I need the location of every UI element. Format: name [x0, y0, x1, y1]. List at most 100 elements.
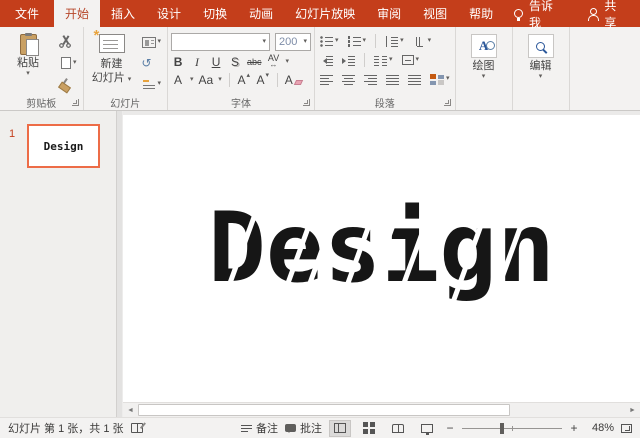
tab-file[interactable]: 文件	[0, 0, 54, 27]
bold-button[interactable]: B	[171, 54, 185, 69]
normal-view-icon	[334, 423, 346, 433]
layout-button[interactable]: ▾	[139, 34, 165, 50]
drawing-label: 绘图	[473, 60, 495, 72]
horizontal-scrollbar: ◄ ►	[123, 402, 640, 417]
format-painter-button[interactable]	[55, 76, 80, 92]
paste-button[interactable]: 粘贴 ▾	[3, 29, 53, 95]
distributed-button[interactable]	[406, 71, 423, 87]
increase-indent-button[interactable]	[340, 52, 357, 68]
spell-check-icon[interactable]	[131, 423, 143, 433]
dropdown-icon: ▾	[304, 39, 308, 45]
numbering-button[interactable]: ▾	[346, 33, 369, 49]
scroll-left-arrow[interactable]: ◄	[123, 403, 138, 417]
clipboard-dialog-launcher-icon[interactable]	[72, 99, 79, 106]
change-case-button[interactable]: Aa	[199, 72, 214, 87]
increase-font-size-button[interactable]: A▴	[237, 72, 251, 87]
justify-button[interactable]	[384, 71, 401, 87]
paste-label: 粘贴	[17, 57, 39, 69]
underline-button[interactable]: U	[209, 54, 223, 69]
notes-button[interactable]: 备注	[241, 420, 278, 436]
magnifier-icon	[536, 42, 545, 51]
group-paragraph: ▾ ▾ ▾ ▾ ▾ ▾	[315, 27, 456, 110]
tab-review[interactable]: 审阅	[366, 0, 412, 27]
paragraph-dialog-launcher-icon[interactable]	[444, 99, 451, 106]
align-text-button[interactable]: ▾	[400, 52, 422, 68]
slide-thumbnail-1[interactable]: Design	[27, 124, 100, 168]
group-drawing: A 绘图 ▾	[456, 27, 513, 110]
slide-sorter-button[interactable]	[358, 420, 380, 437]
tab-view[interactable]: 视图	[412, 0, 458, 27]
increase-indent-icon	[342, 55, 355, 66]
new-slide-button[interactable]: * 新建 幻灯片 ▾	[87, 29, 137, 95]
pane-splitter[interactable]	[116, 111, 123, 417]
bullets-button[interactable]: ▾	[318, 33, 341, 49]
divider	[229, 73, 230, 87]
scroll-right-arrow[interactable]: ►	[625, 403, 640, 417]
decrease-indent-button[interactable]	[318, 52, 335, 68]
reset-button[interactable]: ↺	[139, 55, 165, 71]
font-color-button[interactable]: A	[171, 72, 185, 87]
reading-view-button[interactable]	[387, 420, 409, 437]
new-slide-label-1: 新建	[101, 58, 123, 70]
drawing-toolbox: A	[471, 34, 497, 58]
tab-insert[interactable]: 插入	[100, 0, 146, 27]
scrollbar-track[interactable]	[510, 403, 625, 417]
strikethrough-button[interactable]: abc	[247, 54, 262, 69]
group-clipboard: 粘贴 ▾ ▾ 剪贴板	[0, 27, 84, 110]
clear-formatting-button[interactable]: A	[285, 72, 302, 87]
tab-help[interactable]: 帮助	[458, 0, 504, 27]
tell-me-label: 告诉我	[529, 0, 564, 31]
character-spacing-button[interactable]: AV↔	[267, 54, 281, 69]
scrollbar-thumb[interactable]	[138, 404, 510, 416]
distributed-icon	[408, 74, 421, 85]
align-center-icon	[342, 74, 355, 85]
text-direction-button[interactable]: ▾	[411, 33, 434, 49]
tab-home[interactable]: 开始	[54, 0, 100, 27]
copy-button[interactable]: ▾	[55, 55, 80, 71]
decrease-font-size-button[interactable]: A▾	[256, 72, 270, 87]
cut-button[interactable]	[55, 34, 80, 50]
numbering-icon	[348, 36, 361, 47]
zoom-percentage[interactable]: 48%	[586, 422, 614, 434]
ribbon-tab-bar: 文件 开始 插入 设计 切换 动画 幻灯片放映 审阅 视图 帮助 告诉我 共享	[0, 0, 640, 27]
tab-transitions[interactable]: 切换	[192, 0, 238, 27]
text-shadow-button[interactable]: S	[228, 54, 242, 69]
dropdown-icon: ▾	[335, 38, 339, 44]
font-dialog-launcher-icon[interactable]	[303, 99, 310, 106]
comments-button[interactable]: 批注	[285, 420, 322, 436]
slideshow-button[interactable]	[416, 420, 438, 437]
person-add-icon	[587, 8, 599, 20]
italic-button[interactable]: I	[190, 54, 204, 69]
align-left-button[interactable]	[318, 71, 335, 87]
normal-view-button[interactable]	[329, 420, 351, 437]
share-button[interactable]: 共享	[575, 0, 640, 27]
tab-design[interactable]: 设计	[146, 0, 192, 27]
smartart-button[interactable]: ▾	[428, 71, 452, 87]
editing-button[interactable]: 编辑 ▾	[516, 29, 566, 95]
font-group-label: 字体	[231, 95, 251, 110]
dropdown-icon: ▾	[482, 74, 486, 80]
tab-animations[interactable]: 动画	[238, 0, 284, 27]
drawing-button[interactable]: A 绘图 ▾	[459, 29, 509, 95]
columns-icon	[374, 55, 387, 66]
tell-me-button[interactable]: 告诉我	[504, 0, 574, 27]
zoom-out-button[interactable]: −	[445, 423, 455, 434]
fit-to-window-icon[interactable]	[621, 424, 632, 433]
layout-icon	[142, 37, 156, 48]
zoom-slider[interactable]	[462, 423, 562, 434]
section-button[interactable]: ▾	[139, 76, 165, 92]
format-painter-icon	[58, 78, 71, 91]
share-label: 共享	[604, 0, 628, 31]
slide-canvas[interactable]: Design ◄ ►	[123, 111, 640, 417]
line-spacing-button[interactable]: ▾	[383, 33, 406, 49]
font-name-combobox[interactable]: ▾	[171, 33, 270, 51]
font-size-combobox[interactable]: 200▾	[275, 33, 311, 51]
align-center-button[interactable]	[340, 71, 357, 87]
tab-slideshow[interactable]: 幻灯片放映	[284, 0, 366, 27]
columns-button[interactable]: ▾	[372, 52, 395, 68]
down-caret-icon: ▾	[266, 72, 270, 79]
zoom-slider-thumb[interactable]	[500, 423, 504, 434]
zoom-in-button[interactable]: +	[569, 423, 579, 434]
align-right-button[interactable]	[362, 71, 379, 87]
slide-text-box[interactable]: Design	[208, 200, 555, 296]
